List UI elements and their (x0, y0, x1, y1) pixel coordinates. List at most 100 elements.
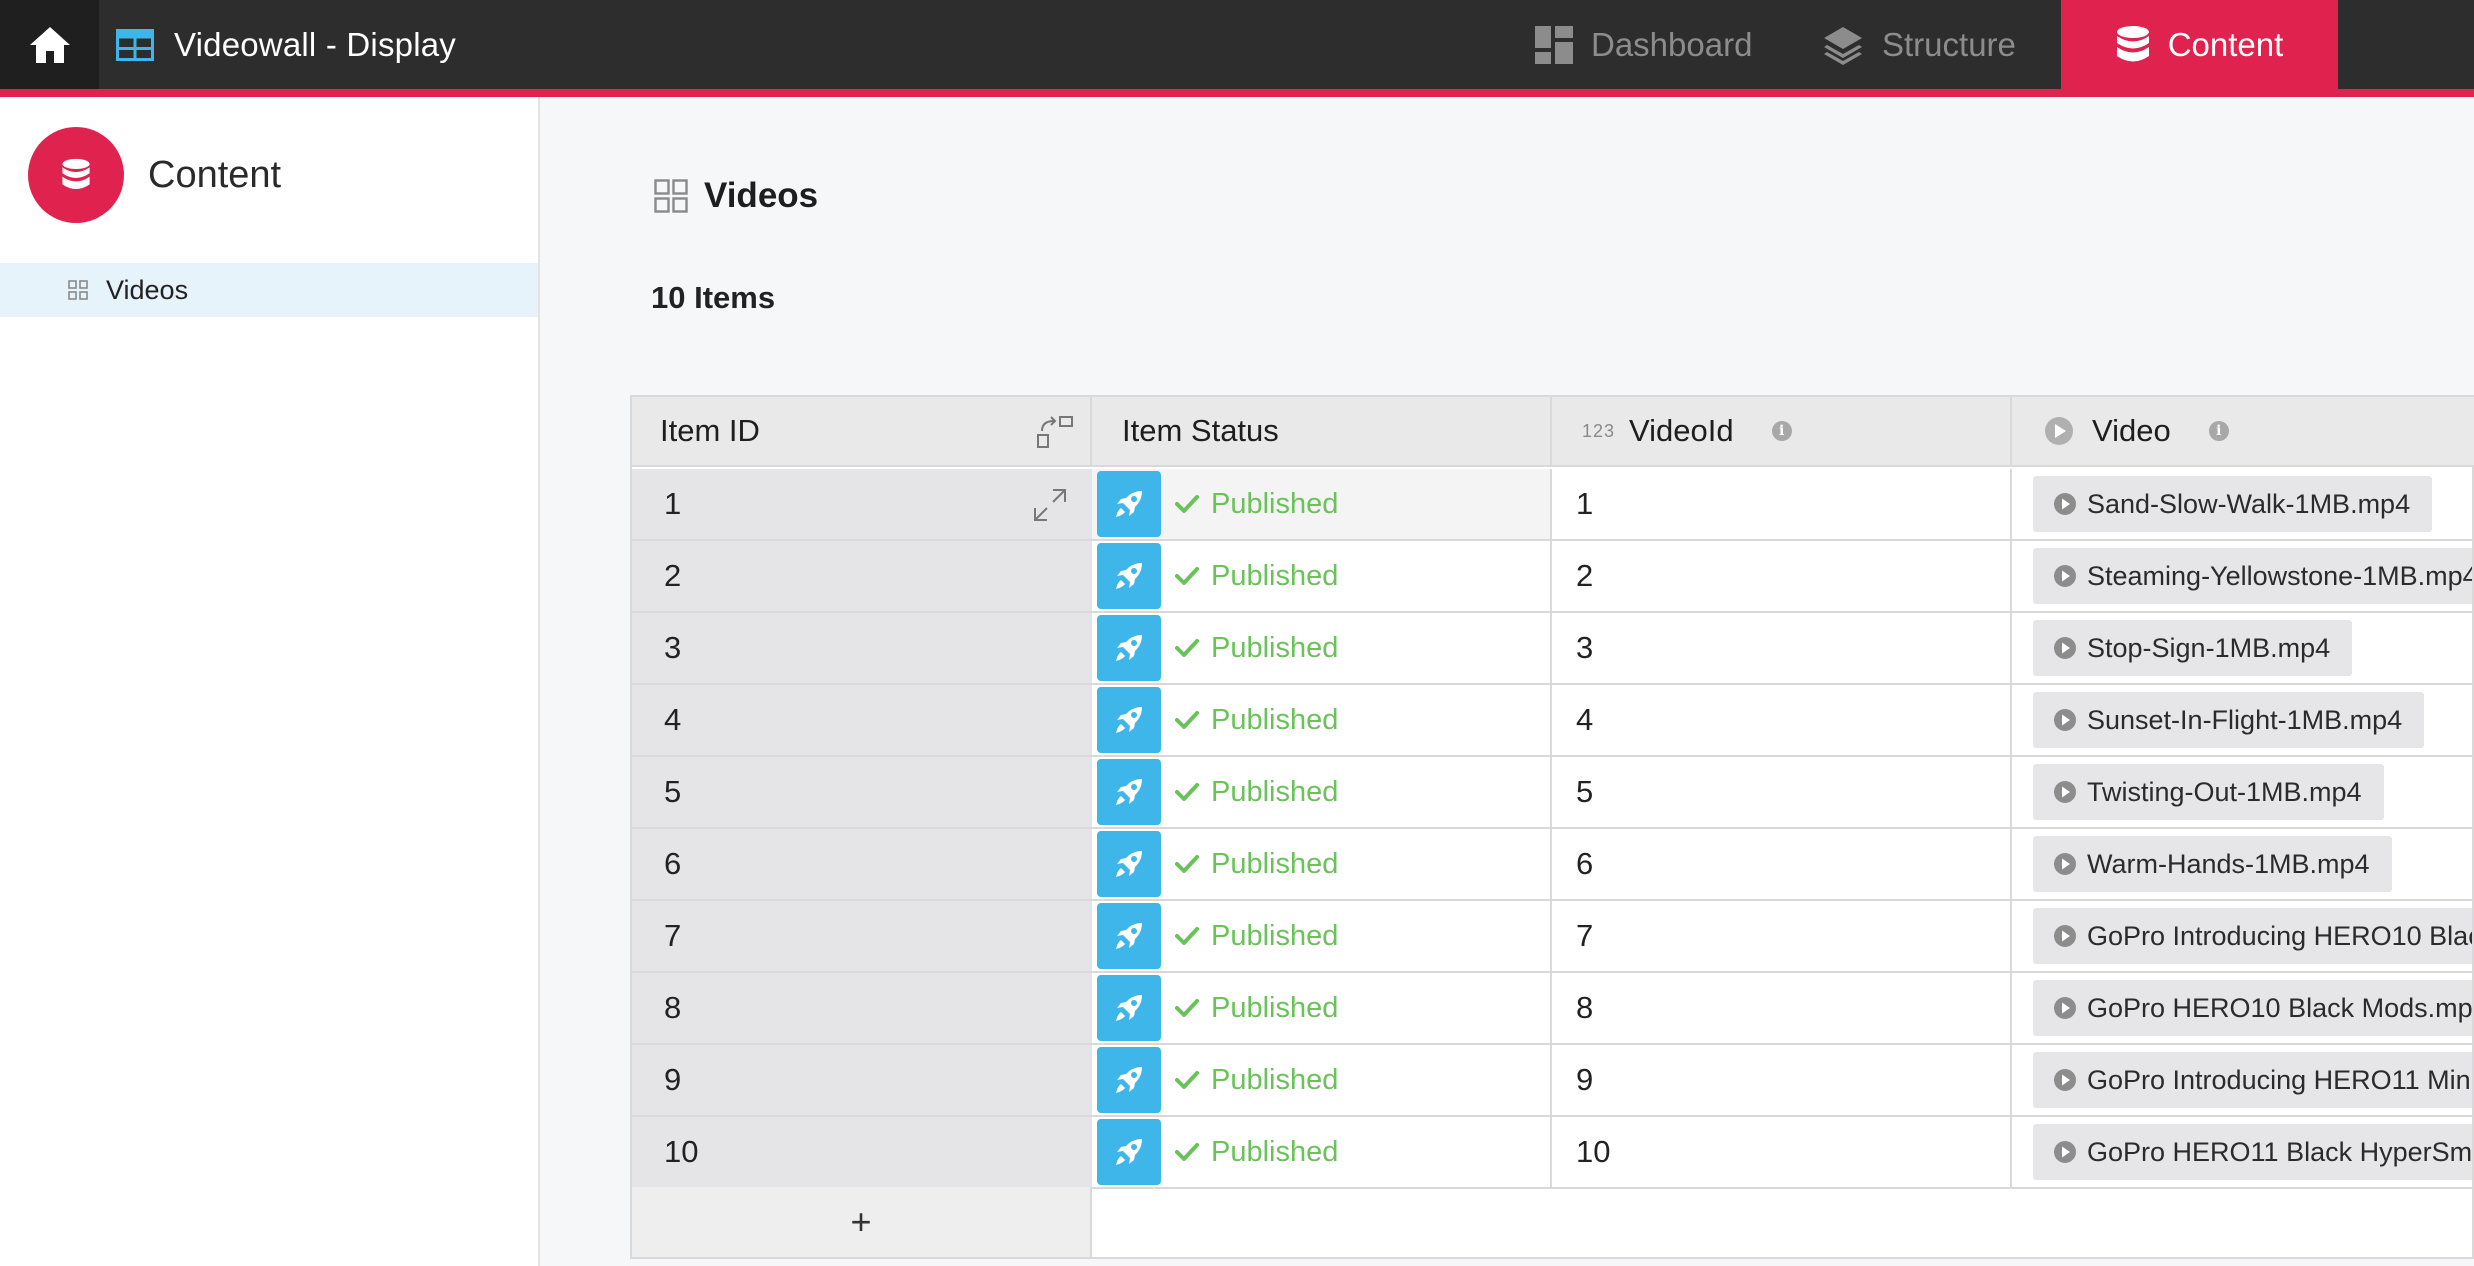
item-id-value: 7 (664, 918, 682, 953)
content-table: Item ID Item Status 123 VideoId i Video … (630, 395, 2474, 1259)
home-button[interactable] (0, 0, 99, 89)
item-id-value: 2 (664, 558, 682, 593)
video-cell[interactable]: Warm-Hands-1MB.mp4 (2012, 829, 2472, 901)
item-status-cell[interactable]: Published (1092, 541, 1552, 613)
item-status-cell[interactable]: Published (1092, 829, 1552, 901)
nav-content[interactable]: Content (2061, 0, 2338, 89)
video-cell[interactable]: GoPro HERO10 Black Mods.mp4 (2012, 973, 2472, 1045)
publish-status-button[interactable] (1097, 687, 1161, 753)
video-file-chip[interactable]: GoPro HERO10 Black Mods.mp4 (2033, 980, 2472, 1036)
videoid-cell[interactable]: 5 (1552, 757, 2012, 829)
publish-status-button[interactable] (1097, 471, 1161, 537)
table-row[interactable]: 2 Published 2 Steaming-Yellowstone-1MB.m… (632, 541, 2472, 613)
table-row[interactable]: 3 Published 3 Stop-Sign-1MB.mp4 (632, 613, 2472, 685)
publish-status-button[interactable] (1097, 831, 1161, 897)
videoid-cell[interactable]: 10 (1552, 1117, 2012, 1189)
project-selector[interactable]: Videowall - Display (116, 0, 456, 89)
add-item-button[interactable]: + (632, 1187, 1092, 1257)
videoid-cell[interactable]: 6 (1552, 829, 2012, 901)
column-resize-icon[interactable] (1034, 413, 1076, 449)
videoid-value: 5 (1576, 774, 1594, 809)
item-id-cell[interactable]: 6 (632, 829, 1092, 901)
video-cell[interactable]: GoPro Introducing HERO10 Black.mp4 (2012, 901, 2472, 973)
column-header-video[interactable]: Video i (2012, 397, 2474, 467)
item-status-cell[interactable]: Published (1092, 1045, 1552, 1117)
item-id-cell[interactable]: 1 (632, 469, 1092, 541)
table-row[interactable]: 10 Published 10 GoPro HERO11 Black Hyper… (632, 1117, 2472, 1189)
rocket-icon (1116, 563, 1142, 589)
videoid-cell[interactable]: 1 (1552, 469, 2012, 541)
item-id-cell[interactable]: 2 (632, 541, 1092, 613)
status-label: Published (1211, 1063, 1339, 1096)
table-row[interactable]: 7 Published 7 GoPro Introducing HERO10 B… (632, 901, 2472, 973)
database-icon (62, 158, 90, 190)
column-header-item-status[interactable]: Item Status (1092, 397, 1552, 467)
publish-status-button[interactable] (1097, 975, 1161, 1041)
video-file-chip[interactable]: Steaming-Yellowstone-1MB.mp4 (2033, 548, 2472, 604)
video-cell[interactable]: Sand-Slow-Walk-1MB.mp4 (2012, 469, 2472, 541)
video-file-chip[interactable]: GoPro Introducing HERO10 Black.mp4 (2033, 908, 2472, 964)
video-file-chip[interactable]: Warm-Hands-1MB.mp4 (2033, 836, 2392, 892)
publish-status-button[interactable] (1097, 903, 1161, 969)
item-status-cell[interactable]: Published (1092, 469, 1552, 541)
publish-status-button[interactable] (1097, 543, 1161, 609)
item-id-cell[interactable]: 7 (632, 901, 1092, 973)
video-cell[interactable]: Twisting-Out-1MB.mp4 (2012, 757, 2472, 829)
item-id-cell[interactable]: 3 (632, 613, 1092, 685)
videoid-cell[interactable]: 4 (1552, 685, 2012, 757)
publish-status-button[interactable] (1097, 1119, 1161, 1185)
item-status-cell[interactable]: Published (1092, 757, 1552, 829)
video-cell[interactable]: GoPro Introducing HERO11 Mini.mp4 (2012, 1045, 2472, 1117)
nav-dashboard[interactable]: Dashboard (1535, 0, 1752, 89)
videoid-value: 9 (1576, 1062, 1594, 1097)
nav-structure-label: Structure (1882, 25, 2016, 63)
publish-status-button[interactable] (1097, 759, 1161, 825)
video-cell[interactable]: GoPro HERO11 Black HyperSmooth.mp4 (2012, 1117, 2472, 1189)
table-row[interactable]: 6 Published 6 Warm-Hands-1MB.mp4 (632, 829, 2472, 901)
item-id-cell[interactable]: 10 (632, 1117, 1092, 1189)
item-id-cell[interactable]: 5 (632, 757, 1092, 829)
table-row[interactable]: 8 Published 8 GoPro HERO10 Black Mods.mp… (632, 973, 2472, 1045)
item-status-cell[interactable]: Published (1092, 685, 1552, 757)
page-title: Videos (654, 172, 818, 220)
video-file-chip[interactable]: Sunset-In-Flight-1MB.mp4 (2033, 692, 2425, 748)
publish-status-button[interactable] (1097, 1047, 1161, 1113)
video-cell[interactable]: Stop-Sign-1MB.mp4 (2012, 613, 2472, 685)
info-icon[interactable]: i (2208, 421, 2229, 441)
table-row[interactable]: 9 Published 9 GoPro Introducing HERO11 M… (632, 1045, 2472, 1117)
item-id-cell[interactable]: 8 (632, 973, 1092, 1045)
videoid-cell[interactable]: 7 (1552, 901, 2012, 973)
publish-status-button[interactable] (1097, 615, 1161, 681)
videoid-cell[interactable]: 3 (1552, 613, 2012, 685)
video-cell[interactable]: Sunset-In-Flight-1MB.mp4 (2012, 685, 2472, 757)
videoid-cell[interactable]: 8 (1552, 973, 2012, 1045)
item-id-cell[interactable]: 4 (632, 685, 1092, 757)
video-file-chip[interactable]: GoPro HERO11 Black HyperSmooth.mp4 (2033, 1124, 2472, 1180)
column-header-item-id[interactable]: Item ID (632, 397, 1092, 467)
videoid-value: 10 (1576, 1134, 1611, 1169)
videoid-cell[interactable]: 9 (1552, 1045, 2012, 1117)
table-row[interactable]: 5 Published 5 Twisting-Out-1MB.mp4 (632, 757, 2472, 829)
video-file-name: Twisting-Out-1MB.mp4 (2087, 776, 2362, 807)
item-status-cell[interactable]: Published (1092, 613, 1552, 685)
sidebar-item-videos[interactable]: Videos (0, 263, 538, 317)
item-status-cell[interactable]: Published (1092, 1117, 1552, 1189)
expand-icon[interactable] (1032, 487, 1068, 523)
info-icon[interactable]: i (1771, 421, 1792, 441)
status-label: Published (1211, 703, 1339, 736)
item-id-cell[interactable]: 9 (632, 1045, 1092, 1117)
item-status-cell[interactable]: Published (1092, 973, 1552, 1045)
column-header-videoid[interactable]: 123 VideoId i (1552, 397, 2012, 467)
video-file-chip[interactable]: GoPro Introducing HERO11 Mini.mp4 (2033, 1052, 2472, 1108)
video-file-chip[interactable]: Twisting-Out-1MB.mp4 (2033, 764, 2384, 820)
video-file-chip[interactable]: Sand-Slow-Walk-1MB.mp4 (2033, 476, 2433, 532)
video-file-chip[interactable]: Stop-Sign-1MB.mp4 (2033, 620, 2353, 676)
item-status-cell[interactable]: Published (1092, 901, 1552, 973)
videoid-cell[interactable]: 2 (1552, 541, 2012, 613)
table-row[interactable]: 4 Published 4 Sunset-In-Flight-1MB.mp4 (632, 685, 2472, 757)
number-type-icon: 123 (1582, 420, 1616, 441)
table-row[interactable]: 1 Published 1 Sand-Slow-Walk-1MB.mp4 (632, 469, 2472, 541)
video-cell[interactable]: Steaming-Yellowstone-1MB.mp4 (2012, 541, 2472, 613)
nav-structure[interactable]: Structure (1822, 0, 2016, 89)
sidebar-header: Content (28, 127, 281, 223)
